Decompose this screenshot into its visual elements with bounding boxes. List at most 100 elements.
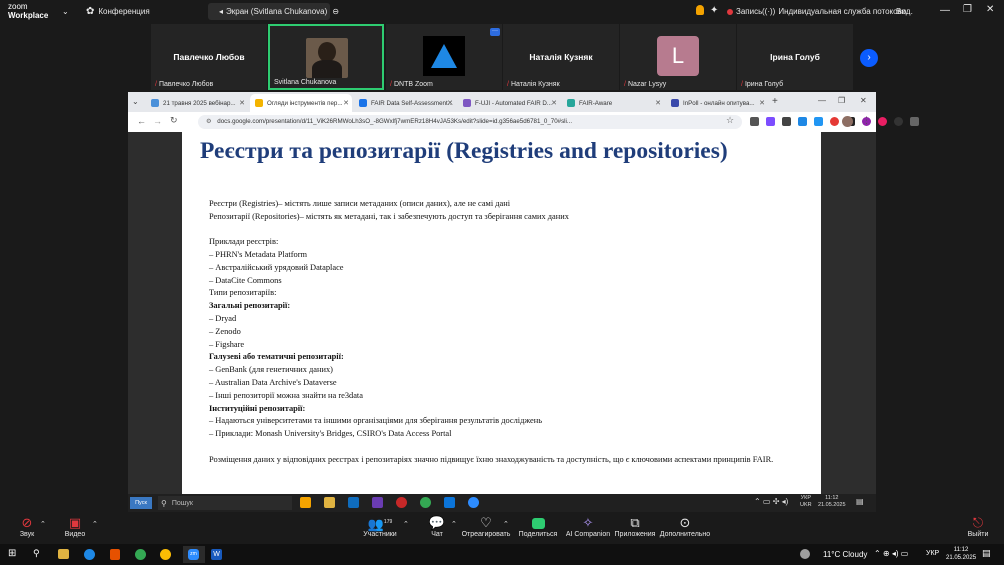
extension-icon[interactable] [830, 117, 839, 126]
browser-close-icon[interactable]: ✕ [860, 96, 867, 105]
media-player-icon[interactable] [372, 497, 383, 508]
clock[interactable]: 11:12 21.05.2025 [946, 546, 976, 562]
back-icon[interactable]: ← [137, 116, 146, 126]
extension-icon[interactable] [750, 117, 759, 126]
outlook-classic-icon[interactable] [444, 497, 455, 508]
participant-tile[interactable]: ··· / DNTB Zoom [386, 24, 502, 90]
system-tray-icons[interactable]: ⌃ ▭ ✣ ◂) [754, 497, 788, 506]
participant-tile[interactable]: Наталія Кузняк / Наталія Кузняк [503, 24, 619, 90]
record-indicator[interactable]: Запись [727, 7, 762, 16]
participant-tile[interactable]: L / Nazar Lysyy [620, 24, 736, 90]
copilot-icon[interactable] [300, 497, 311, 508]
extension-icon[interactable] [878, 117, 887, 126]
address-url: docs.google.com/presentation/d/11_ViK26R… [217, 118, 573, 125]
livestream-indicator[interactable]: ((·)) Индивидуальная служба потоково... [762, 7, 913, 16]
browser-menu-icon[interactable]: ⋮ [862, 115, 871, 126]
tab-close-icon[interactable]: ✕ [551, 99, 557, 107]
extension-icon[interactable] [910, 117, 919, 126]
tab-close-icon[interactable]: ✕ [655, 99, 661, 107]
clock[interactable]: 11:12 21.05.2025 [818, 495, 846, 509]
view-button[interactable]: Вид [896, 7, 910, 16]
notifications-icon[interactable]: ▤ [856, 497, 864, 506]
sparkle-icon[interactable]: ✦ [710, 5, 718, 16]
meeting-info-button[interactable]: ✿ Конференция [86, 6, 150, 17]
browser-tab[interactable]: FAIR-Aware ✕ [562, 94, 664, 112]
more-options-icon[interactable]: ··· [490, 28, 500, 36]
meeting-icon: ✿ [86, 6, 95, 17]
ai-label: AI Companion [565, 531, 611, 538]
stream-icon: ((·)) [762, 7, 776, 16]
pinterest-icon[interactable] [396, 497, 407, 508]
weather-icon[interactable] [800, 549, 810, 559]
restore-icon[interactable]: ❐ [963, 4, 972, 15]
reload-icon[interactable]: ↻ [170, 115, 178, 126]
extensions-bar [750, 117, 926, 126]
tab-search-icon[interactable]: ⌄ [132, 97, 139, 106]
edge-icon[interactable] [84, 549, 95, 560]
tab-label: FAIR-Aware [579, 99, 613, 107]
file-explorer-icon[interactable] [324, 497, 335, 508]
browser-tab[interactable]: F-UJI - Automated FAIR D... ✕ [458, 94, 560, 112]
weather-text[interactable]: 11°C Cloudy [823, 550, 867, 559]
extension-icon[interactable] [766, 117, 775, 126]
taskbar-search[interactable]: ⚲ Пошук [158, 496, 292, 510]
leave-label: Выйти [967, 531, 989, 538]
mic-muted-icon: / [624, 81, 626, 88]
keyboard-language[interactable]: УКР UKR [800, 495, 812, 509]
video-options-icon[interactable]: ⌃ [92, 520, 98, 528]
word-icon[interactable]: W [211, 549, 222, 560]
gallery-next-icon[interactable]: › [860, 49, 878, 67]
bookmark-star-icon[interactable]: ☆ [726, 115, 734, 126]
extension-icon[interactable] [782, 117, 791, 126]
participant-tile[interactable]: Ірина Голуб / Ірина Голуб [737, 24, 853, 90]
zoom-taskbar-active[interactable]: zm [183, 546, 205, 563]
minimize-icon[interactable]: — [940, 5, 950, 16]
office-icon[interactable] [110, 549, 120, 560]
mic-muted-icon: / [155, 81, 157, 88]
notification-center-icon[interactable]: ▤ [982, 548, 991, 559]
browser-tab-active[interactable]: Огляди інструментів пер... ✕ [250, 94, 352, 112]
browser-minimize-icon[interactable]: — [818, 96, 826, 105]
outlook-icon[interactable] [348, 497, 359, 508]
forward-icon[interactable]: → [153, 116, 162, 126]
more-button[interactable]: ⊙ Дополнительно [655, 512, 715, 544]
windows-start-icon[interactable]: ⊞ [8, 548, 16, 559]
extension-icon[interactable] [814, 117, 823, 126]
close-icon[interactable]: ✕ [986, 4, 994, 15]
screen-share-pill[interactable]: ◂ Экран (Svitlana Chukanova) ⊖ [208, 3, 339, 20]
react-button[interactable]: ♡ Отреагировать [456, 512, 516, 544]
zoom-app-icon[interactable] [468, 497, 479, 508]
file-explorer-icon[interactable] [58, 549, 69, 559]
browser-tab[interactable]: InPoll - онлайн опитува... ✕ [666, 94, 768, 112]
tab-close-icon[interactable]: ✕ [447, 99, 453, 107]
search-icon[interactable]: ⚲ [33, 548, 40, 559]
more-icon: ⊖ [332, 7, 339, 16]
tab-close-icon[interactable]: ✕ [759, 99, 765, 107]
extension-icon[interactable] [894, 117, 903, 126]
profile-avatar[interactable] [842, 116, 853, 127]
participants-button[interactable]: 👥179 Участники [350, 512, 410, 544]
chrome-icon[interactable] [420, 497, 431, 508]
video-button[interactable]: ▣ Видео [45, 512, 105, 544]
shield-icon[interactable] [696, 5, 704, 15]
leave-button[interactable]: ⎋ Выйти [948, 512, 1004, 544]
chevron-down-icon[interactable]: ⌄ [62, 7, 69, 16]
participant-label: Павлечко Любов [158, 81, 214, 88]
participant-tile-active-speaker[interactable]: Svitlana Chukanova [268, 24, 384, 90]
participant-tile[interactable]: Павлечко Любов / Павлечко Любов [151, 24, 267, 90]
new-tab-icon[interactable]: + [772, 96, 778, 107]
slide-canvas: Реєстри та репозитарії (Registries and r… [182, 132, 821, 494]
chrome-icon[interactable] [135, 549, 146, 560]
browser-restore-icon[interactable]: ❐ [838, 96, 845, 105]
tab-close-icon[interactable]: ✕ [343, 99, 349, 107]
tab-close-icon[interactable]: ✕ [239, 99, 245, 107]
extension-icon[interactable] [798, 117, 807, 126]
tray-icons[interactable]: ⌃ ⊕ ◂) ▭ [874, 549, 908, 558]
slide-text-line: – Інші репозиторії можна знайти на re3da… [209, 391, 363, 400]
chrome-profile-icon[interactable] [160, 549, 171, 560]
address-bar[interactable]: ⚙ docs.google.com/presentation/d/11_ViK2… [198, 115, 742, 129]
start-button[interactable]: Пуск [130, 497, 152, 509]
browser-tab[interactable]: FAIR Data Self-Assessment... ✕ [354, 94, 456, 112]
browser-tab[interactable]: 21 травня 2025 вебінар... ✕ [146, 94, 248, 112]
keyboard-language[interactable]: УКР [926, 550, 939, 557]
